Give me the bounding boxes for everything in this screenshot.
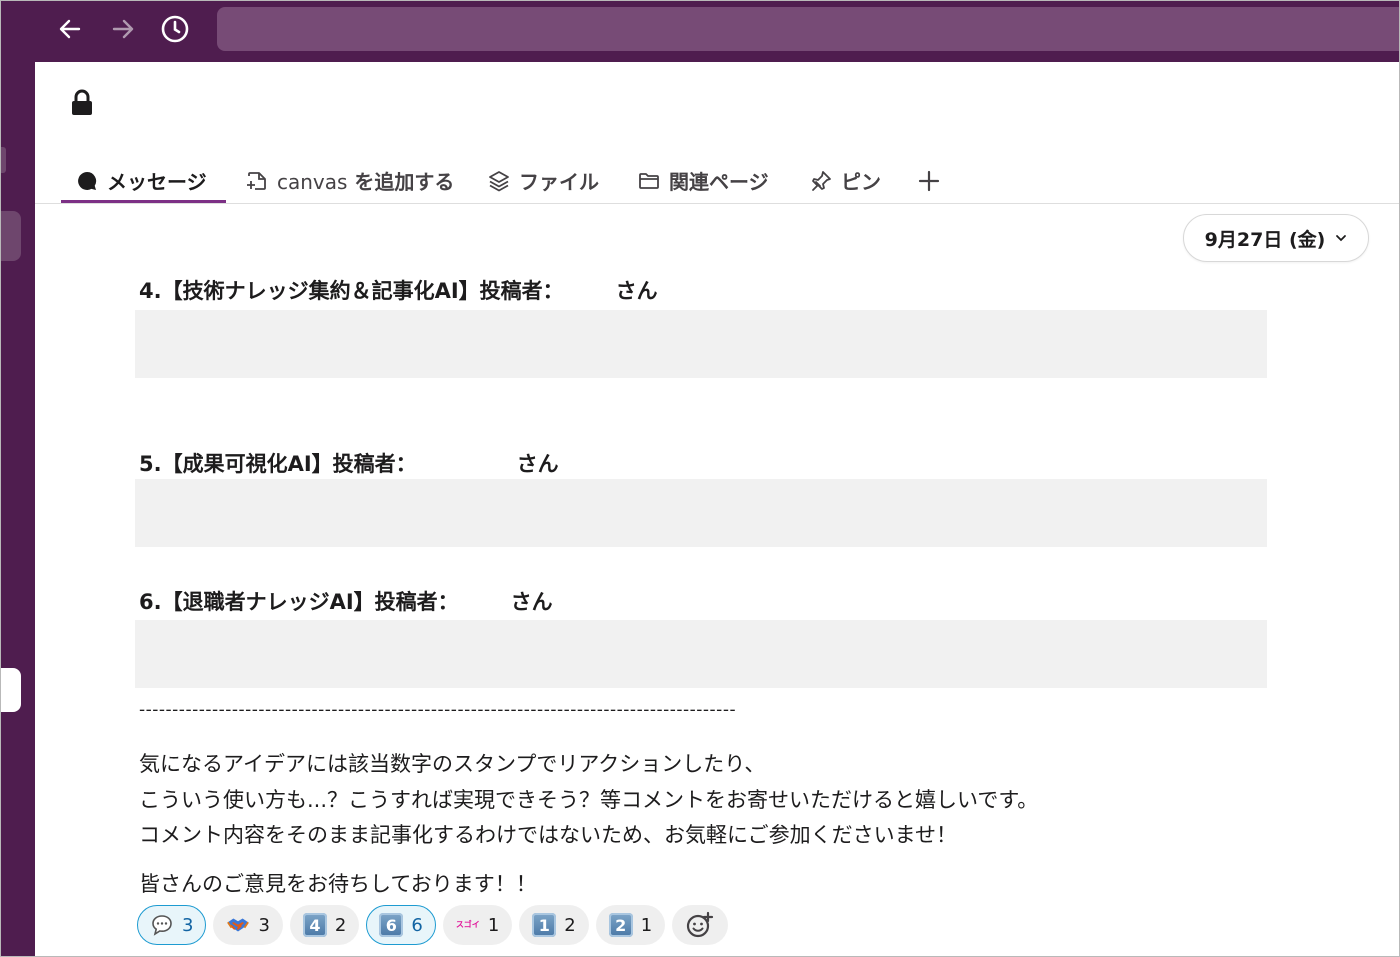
handshake-icon [226, 913, 250, 937]
tab-label: 関連ページ [669, 170, 769, 194]
reaction-count: 1 [487, 914, 500, 936]
keycap-1-icon: 1 [532, 913, 557, 937]
reaction-count: 1 [640, 914, 653, 936]
tab-label: ピン [841, 170, 881, 194]
back-button[interactable] [52, 11, 88, 47]
message-line: コメント内容をそのまま記事化するわけではないため、お気軽にご参加くださいませ！ [139, 823, 957, 847]
add-tab-button[interactable] [917, 157, 941, 204]
text-divider: ----------------------------------------… [139, 700, 737, 720]
reaction-bar: 3 3 4 2 6 6 スゴイ 1 1 2 2 1 [137, 905, 729, 947]
sidebar-item-active[interactable] [1, 668, 21, 712]
keycap-4-icon: 4 [302, 913, 327, 937]
forward-button[interactable] [105, 11, 141, 47]
redacted-content-block [135, 310, 1267, 378]
folder-icon [637, 169, 661, 193]
message-line: こういう使い方も...？こうすれば実現できそう？等コメントをお寄せいただけると嬉… [139, 788, 1039, 812]
keycap-6-icon: 6 [379, 913, 404, 937]
stamp-text: スゴイ [455, 920, 480, 929]
channel-tabs: メッセージ canvas を追加する ファイル 関連ページ ピン [35, 157, 1399, 204]
history-button[interactable] [157, 11, 193, 47]
pin-icon [809, 169, 833, 193]
reaction-count: 2 [334, 914, 347, 936]
redacted-content-block [135, 479, 1267, 547]
reaction-keycap-4[interactable]: 4 2 [289, 905, 360, 945]
tab-files[interactable]: ファイル [487, 157, 599, 204]
redacted-name [563, 275, 616, 305]
section-title-text: 5.【成果可視化AI】投稿者： [139, 452, 417, 476]
section-title-text: 6.【退職者ナレッジAI】投稿者： [139, 590, 459, 614]
tab-label: を追加する [347, 170, 455, 194]
section-title: 4.【技術ナレッジ集約＆記事化AI】投稿者： さん [139, 275, 658, 305]
app-window: メッセージ canvas を追加する ファイル 関連ページ ピン 9月27日 (… [0, 0, 1400, 957]
message-bubble-icon [75, 169, 99, 193]
custom-stamp-icon: スゴイ [456, 913, 480, 937]
reaction-keycap-2[interactable]: 2 1 [595, 905, 666, 945]
sidebar-indicator [1, 147, 6, 173]
reaction-count: 2 [564, 914, 576, 936]
section-title: 6.【退職者ナレッジAI】投稿者： さん [139, 586, 553, 616]
section-title: 5.【成果可視化AI】投稿者： さん [139, 448, 559, 478]
reaction-custom-stamp[interactable]: スゴイ 1 [442, 905, 513, 945]
clock-icon [161, 15, 189, 43]
reaction-handshake[interactable]: 3 [213, 905, 283, 945]
reaction-speech-bubble[interactable]: 3 [137, 905, 207, 945]
sidebar-item[interactable] [1, 211, 21, 261]
tab-messages[interactable]: メッセージ [75, 157, 207, 204]
redacted-name [416, 448, 517, 478]
add-emoji-icon [687, 911, 714, 938]
redacted-name [458, 586, 511, 616]
message-line: 気になるアイデアには該当数字のスタンプでリアクションしたり、 [139, 752, 766, 776]
tab-label: ファイル [519, 170, 599, 194]
reaction-keycap-1[interactable]: 1 2 [519, 905, 589, 945]
chevron-down-icon [1336, 235, 1347, 242]
channel-view: メッセージ canvas を追加する ファイル 関連ページ ピン 9月27日 (… [35, 62, 1399, 956]
message-closing: 皆さんのご意見をお待ちしております！！ [139, 872, 537, 896]
reaction-count: 6 [411, 914, 423, 936]
speech-bubble-icon [150, 913, 174, 937]
tab-label: メッセージ [107, 170, 207, 194]
tab-pins[interactable]: ピン [809, 157, 881, 204]
add-reaction-button[interactable] [672, 905, 729, 945]
arrow-right-icon [112, 19, 134, 39]
canvas-add-icon [245, 169, 269, 193]
search-bar[interactable] [217, 7, 1399, 51]
active-tab-indicator [61, 200, 226, 203]
layers-icon [487, 169, 511, 193]
reaction-count: 3 [182, 914, 194, 936]
section-title-suffix: さん [615, 279, 658, 303]
arrow-left-icon [59, 19, 81, 39]
section-title-text: 4.【技術ナレッジ集約＆記事化AI】投稿者： [139, 279, 564, 303]
redacted-content-block [135, 620, 1267, 688]
date-jump-button[interactable]: 9月27日 (金) [1183, 214, 1369, 262]
date-label: 9月27日 (金) [1204, 228, 1326, 251]
tab-bookmarks[interactable]: 関連ページ [637, 157, 769, 204]
keycap-2-icon: 2 [608, 913, 633, 937]
plus-icon [917, 169, 941, 193]
section-title-suffix: さん [510, 590, 553, 614]
reaction-keycap-6[interactable]: 6 6 [366, 905, 436, 945]
section-title-suffix: さん [516, 452, 559, 476]
reaction-count: 3 [258, 914, 270, 936]
lock-icon [72, 89, 92, 115]
tab-label-canvas: canvas [277, 170, 348, 194]
workspace-sidebar [1, 62, 35, 956]
tab-add-canvas[interactable]: canvas を追加する [245, 157, 454, 204]
top-bar [1, 1, 1399, 62]
